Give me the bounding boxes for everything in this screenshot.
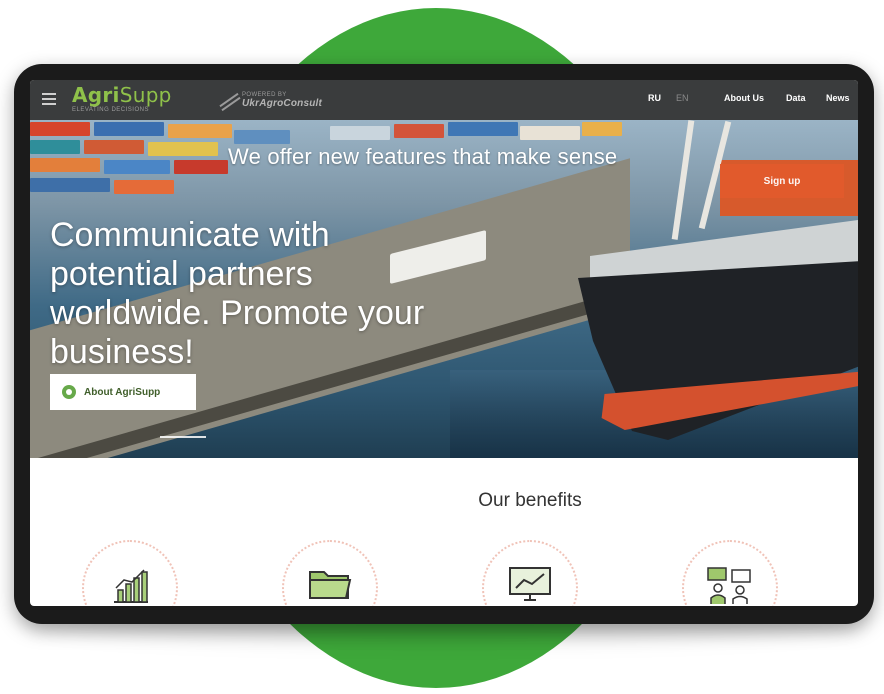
tablet-frame: AgriSupp ELEVATING DECISIONS POWERED BY …	[14, 64, 874, 624]
nav-about-us-link[interactable]: About Us	[724, 93, 764, 103]
shipping-container	[394, 124, 444, 138]
shipping-container	[30, 122, 90, 136]
hero-title-line: business!	[50, 333, 194, 371]
shipping-container	[84, 140, 144, 154]
powered-by-logo[interactable]: POWERED BY UkrAgroConsult	[218, 86, 322, 114]
hero-title-line: Communicate with	[50, 216, 330, 254]
hero-tagline: We offer new features that make sense	[228, 144, 618, 169]
benefit-documents	[282, 540, 378, 606]
sign-up-button[interactable]: Sign up	[720, 164, 844, 198]
benefit-analytics	[482, 540, 578, 606]
hero-title-line: potential partners	[50, 255, 313, 293]
monitor-chart-icon	[509, 567, 551, 601]
shipping-container	[448, 122, 518, 136]
benefit-growth	[82, 540, 178, 606]
agrisupp-logo[interactable]: AgriSupp ELEVATING DECISIONS	[72, 84, 172, 116]
shipping-container	[30, 178, 110, 192]
hero-title-line: worldwide. Promote your	[50, 294, 425, 332]
benefits-title: Our benefits	[478, 490, 582, 511]
shipping-container	[330, 126, 390, 140]
hamburger-menu-icon[interactable]	[42, 93, 56, 105]
shipping-container	[520, 126, 580, 140]
shipping-container	[30, 140, 80, 154]
about-agrisupp-label: About AgriSupp	[84, 386, 161, 398]
shipping-container	[104, 160, 170, 174]
shipping-container	[30, 158, 100, 172]
top-navbar: AgriSupp ELEVATING DECISIONS POWERED BY …	[30, 80, 858, 120]
shipping-container	[234, 130, 290, 144]
shipping-container	[94, 122, 164, 136]
ship-crane	[671, 120, 695, 240]
shipping-container	[582, 122, 622, 136]
lang-ru-link[interactable]: RU	[648, 93, 661, 103]
benefit-consulting	[682, 540, 778, 606]
play-icon	[62, 385, 76, 399]
lang-en-link[interactable]: EN	[676, 93, 689, 103]
ukragroconsult-mark-icon	[218, 92, 241, 112]
hero-banner: We offer new features that make sense Si…	[30, 120, 858, 458]
shipping-container	[114, 180, 174, 194]
shipping-container	[148, 142, 218, 156]
shipping-container	[168, 124, 232, 138]
shipping-container	[174, 160, 228, 174]
logo-tagline: ELEVATING DECISIONS	[72, 107, 149, 113]
nav-news-link[interactable]: News	[826, 93, 850, 103]
website-screen: AgriSupp ELEVATING DECISIONS POWERED BY …	[30, 80, 858, 606]
hero-title: Communicate with potential partners worl…	[50, 216, 550, 372]
powered-by-name: UkrAgroConsult	[242, 97, 323, 109]
slider-indicator[interactable]	[160, 436, 206, 438]
about-agrisupp-button[interactable]: About AgriSupp	[50, 374, 196, 410]
growth-chart-icon	[114, 569, 148, 603]
consulting-people-icon	[707, 567, 751, 604]
nav-data-link[interactable]: Data	[786, 93, 806, 103]
promo-stage: AgriSupp ELEVATING DECISIONS POWERED BY …	[0, 0, 884, 694]
folder-icon	[309, 571, 352, 599]
